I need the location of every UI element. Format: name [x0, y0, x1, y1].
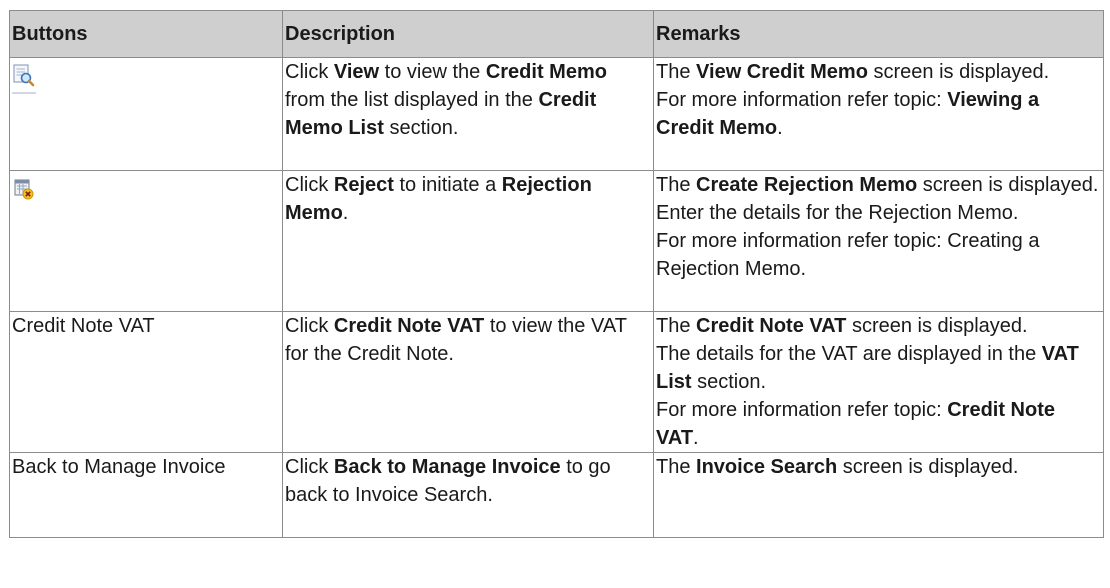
desc-text: to initiate a — [393, 174, 502, 196]
remark-line: The View Credit Memo screen is displayed… — [656, 61, 1050, 83]
button-cell: Back to Manage Invoice — [9, 452, 283, 538]
desc-bold: View — [333, 61, 380, 83]
view-icon[interactable] — [12, 64, 36, 102]
description-cell: Click Reject to initiate a Rejection Mem… — [282, 170, 654, 312]
table-row: Credit Note VAT Click Credit Note VAT to… — [9, 311, 1104, 453]
back-to-manage-invoice-button-label[interactable]: Back to Manage Invoice — [12, 456, 225, 478]
remarks-cell: The View Credit Memo screen is displayed… — [653, 57, 1104, 171]
remark-line: For more information refer topic: Credit… — [656, 399, 1056, 449]
desc-text: Click — [285, 315, 334, 337]
header-buttons: Buttons — [9, 10, 283, 58]
credit-note-vat-button-label[interactable]: Credit Note VAT — [12, 315, 155, 337]
header-description: Description — [282, 10, 654, 58]
remark-line: For more information refer topic: Viewin… — [656, 89, 1040, 139]
button-cell — [9, 170, 283, 312]
desc-bold: Credit Note VAT — [333, 315, 485, 337]
description-cell: Click Back to Manage Invoice to go back … — [282, 452, 654, 538]
remark-line: The Invoice Search screen is displayed. — [656, 456, 1019, 478]
button-cell: Credit Note VAT — [9, 311, 283, 453]
remark-line: Enter the details for the Rejection Memo… — [656, 202, 1019, 224]
desc-text: to view the — [379, 61, 486, 83]
table-row: Click Reject to initiate a Rejection Mem… — [9, 170, 1104, 312]
remarks-cell: The Credit Note VAT screen is displayed.… — [653, 311, 1104, 453]
desc-text: from the list displayed in the — [285, 89, 539, 111]
desc-bold: Back to Manage Invoice — [333, 456, 561, 478]
desc-text: Click — [285, 61, 334, 83]
remark-line: The details for the VAT are displayed in… — [656, 343, 1079, 393]
reject-icon[interactable] — [12, 177, 36, 211]
header-remarks: Remarks — [653, 10, 1104, 58]
table-header-row: Buttons Description Remarks — [9, 10, 1104, 58]
remarks-cell: The Invoice Search screen is displayed. — [653, 452, 1104, 538]
remark-line: For more information refer topic: Creati… — [656, 230, 1040, 280]
description-cell: Click View to view the Credit Memo from … — [282, 57, 654, 171]
desc-text: . — [342, 202, 349, 224]
desc-text: Click — [285, 456, 334, 478]
table-row: Back to Manage Invoice Click Back to Man… — [9, 452, 1104, 538]
desc-text: section. — [383, 117, 459, 139]
desc-text: Click — [285, 174, 334, 196]
description-cell: Click Credit Note VAT to view the VAT fo… — [282, 311, 654, 453]
remark-line: The Create Rejection Memo screen is disp… — [656, 174, 1099, 196]
buttons-table: Buttons Description Remarks Click View t… — [9, 10, 1104, 538]
button-cell — [9, 57, 283, 171]
remarks-cell: The Create Rejection Memo screen is disp… — [653, 170, 1104, 312]
remark-line: The Credit Note VAT screen is displayed. — [656, 315, 1028, 337]
table-row: Click View to view the Credit Memo from … — [9, 57, 1104, 171]
desc-bold: Credit Memo — [485, 61, 607, 83]
desc-bold: Reject — [333, 174, 394, 196]
